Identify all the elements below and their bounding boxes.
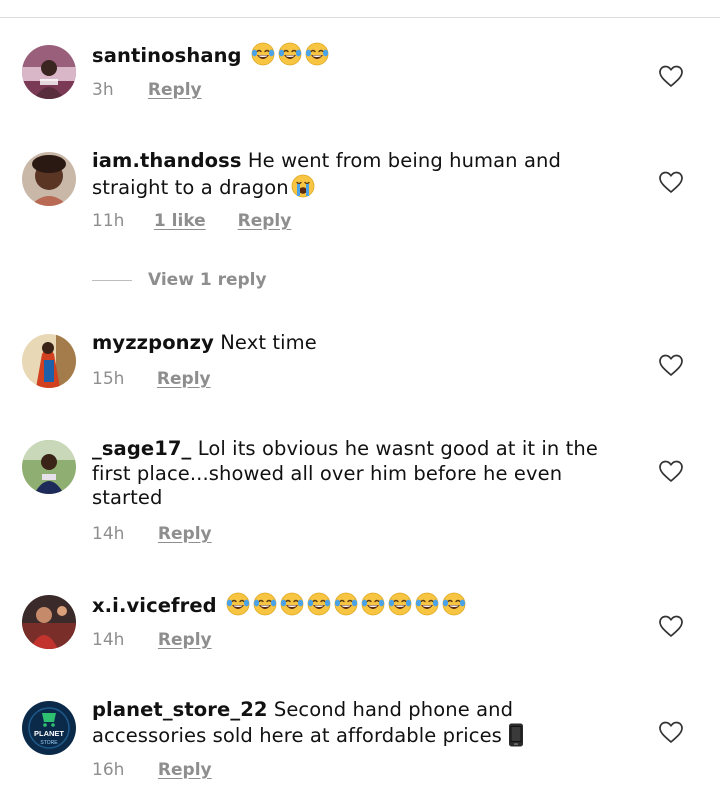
comment-text: iam.thandoss He went from being human an… [92, 149, 632, 200]
view-replies-label: View 1 reply [148, 270, 267, 290]
comment-text: santinoshang [92, 42, 632, 69]
comment-time: 16h [92, 760, 125, 780]
avatar[interactable] [22, 440, 76, 494]
comment-username[interactable]: iam.thandoss [92, 149, 242, 172]
top-divider [0, 17, 720, 18]
avatar[interactable] [22, 45, 76, 99]
comment-username[interactable]: planet_store_22 [92, 698, 268, 721]
heart-outline-icon[interactable] [658, 614, 684, 638]
comment-meta: 14h Reply [92, 524, 238, 544]
joy-emoji [415, 592, 439, 616]
reply-button[interactable]: Reply [158, 630, 212, 650]
heart-outline-icon[interactable] [658, 64, 684, 88]
joy-emoji [307, 592, 331, 616]
heart-outline-icon[interactable] [658, 353, 684, 377]
reply-button[interactable]: Reply [158, 524, 212, 544]
reply-button[interactable]: Reply [157, 369, 211, 389]
comment-username[interactable]: x.i.vicefred [92, 594, 217, 617]
comment-username[interactable]: santinoshang [92, 44, 242, 67]
joy-emoji [278, 42, 302, 66]
reply-button[interactable]: Reply [158, 760, 212, 780]
view-replies-button[interactable]: View 1 reply [92, 270, 267, 290]
joy-emoji [388, 592, 412, 616]
avatar[interactable] [22, 152, 76, 206]
heart-outline-icon[interactable] [658, 170, 684, 194]
comment-text: _sage17_ Lol its obvious he wasnt good a… [92, 437, 632, 511]
comment-time: 14h [92, 524, 125, 544]
joy-emoji [334, 592, 358, 616]
comment-meta: 15h Reply [92, 369, 237, 389]
joy-emoji [280, 592, 304, 616]
mobile-phone-emoji [508, 723, 523, 746]
comment-text: x.i.vicefred [92, 592, 632, 619]
comment-time: 14h [92, 630, 125, 650]
comment-meta: 14h Reply [92, 630, 238, 650]
comment-time: 3h [92, 80, 114, 100]
avatar[interactable]: PLANET STORE [22, 701, 76, 755]
heart-outline-icon[interactable] [658, 459, 684, 483]
reply-thread-line [92, 279, 132, 281]
joy-emoji [442, 592, 466, 616]
comment-meta: 3h Reply [92, 80, 228, 100]
crying-emoji [291, 174, 315, 198]
comment-time: 11h [92, 211, 125, 231]
joy-emoji [305, 42, 329, 66]
avatar-brand-text: PLANET [34, 729, 64, 738]
reply-button[interactable]: Reply [238, 211, 292, 231]
avatar[interactable] [22, 334, 76, 388]
avatar[interactable] [22, 595, 76, 649]
comment-body: Next time [220, 331, 317, 354]
joy-emoji [361, 592, 385, 616]
comment-meta: 16h Reply [92, 760, 238, 780]
avatar-brand-subtext: STORE [40, 740, 58, 746]
comment-username[interactable]: myzzponzy [92, 331, 214, 354]
emoji-group [223, 592, 466, 617]
comment-time: 15h [92, 369, 125, 389]
comment-username[interactable]: _sage17_ [92, 437, 191, 460]
emoji-group [248, 42, 329, 67]
joy-emoji [226, 592, 250, 616]
reply-button[interactable]: Reply [148, 80, 202, 100]
joy-emoji [251, 42, 275, 66]
comment-text: myzzponzy Next time [92, 331, 632, 356]
heart-outline-icon[interactable] [658, 720, 684, 744]
joy-emoji [253, 592, 277, 616]
comment-meta: 11h 1 like Reply [92, 211, 317, 231]
comment-text: planet_store_22 Second hand phone and ac… [92, 698, 632, 748]
likes-count-link[interactable]: 1 like [154, 211, 206, 231]
